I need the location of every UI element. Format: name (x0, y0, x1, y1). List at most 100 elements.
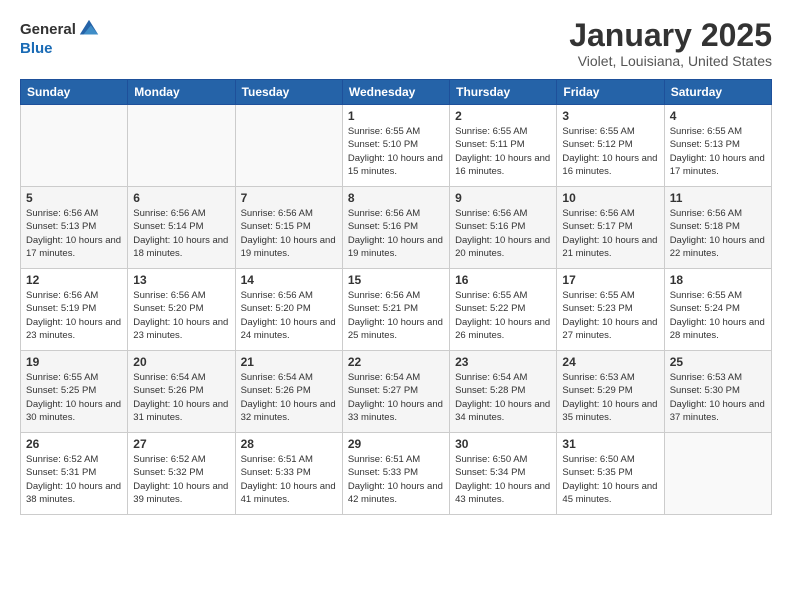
day-number: 1 (348, 109, 444, 123)
calendar-week-row: 5Sunrise: 6:56 AM Sunset: 5:13 PM Daylig… (21, 187, 772, 269)
day-info: Sunrise: 6:55 AM Sunset: 5:23 PM Dayligh… (562, 289, 658, 342)
table-row: 31 Sunrise: 6:50 AM Sunset: 5:35 PM Dayli… (557, 433, 664, 515)
day-info: Sunrise: 6:56 AM Sunset: 5:16 PM Dayligh… (348, 207, 444, 260)
calendar: Sunday Monday Tuesday Wednesday Thursday… (20, 79, 772, 515)
table-row: 10 Sunrise: 6:56 AM Sunset: 5:17 PM Dayli… (557, 187, 664, 269)
table-row: 9 Sunrise: 6:56 AM Sunset: 5:16 PM Daylig… (450, 187, 557, 269)
table-row: 28Sunrise: 6:51 AM Sunset: 5:33 PM Dayli… (235, 433, 342, 515)
day-number: 2 (455, 109, 551, 123)
table-row: 14 Sunrise: 6:56 AM Sunset: 5:20 PM Dayli… (235, 269, 342, 351)
table-row: 20 Sunrise: 6:54 AM Sunset: 5:26 PM Dayli… (128, 351, 235, 433)
table-row (235, 105, 342, 187)
day-info: Sunrise: 6:55 AM Sunset: 5:24 PM Dayligh… (670, 289, 766, 342)
table-row: 12 Sunrise: 6:56 AM Sunset: 5:19 PM Dayli… (21, 269, 128, 351)
day-number: 25 (670, 355, 766, 369)
day-number: 22 (348, 355, 444, 369)
header-saturday: Saturday (664, 80, 771, 105)
page: General Blue January 2025 Violet, Louisi… (0, 0, 792, 529)
day-number: 20 (133, 355, 229, 369)
table-row: 1 Sunrise: 6:55 AM Sunset: 5:10 PM Daylig… (342, 105, 449, 187)
day-info: Sunrise: 6:54 AM Sunset: 5:28 PM Dayligh… (455, 371, 551, 424)
logo-blue-text: Blue (20, 40, 53, 57)
day-number: 31 (562, 437, 658, 451)
day-number: 24 (562, 355, 658, 369)
table-row: 19 Sunrise: 6:55 AM Sunset: 5:25 PM Dayli… (21, 351, 128, 433)
day-number: 19 (26, 355, 122, 369)
table-row (664, 433, 771, 515)
day-info: Sunrise: 6:52 AM Sunset: 5:32 PM Dayligh… (133, 453, 229, 506)
table-row: 6 Sunrise: 6:56 AM Sunset: 5:14 PM Daylig… (128, 187, 235, 269)
day-info: Sunrise: 6:54 AM Sunset: 5:27 PM Dayligh… (348, 371, 444, 424)
day-info: Sunrise: 6:56 AM Sunset: 5:20 PM Dayligh… (133, 289, 229, 342)
day-number: 12 (26, 273, 122, 287)
table-row (128, 105, 235, 187)
day-info: Sunrise: 6:55 AM Sunset: 5:12 PM Dayligh… (562, 125, 658, 178)
day-info: Sunrise: 6:53 AM Sunset: 5:29 PM Dayligh… (562, 371, 658, 424)
day-info: Sunrise: 6:52 AM Sunset: 5:31 PM Dayligh… (26, 453, 122, 506)
calendar-header-row: Sunday Monday Tuesday Wednesday Thursday… (21, 80, 772, 105)
day-info: Sunrise: 6:56 AM Sunset: 5:14 PM Dayligh… (133, 207, 229, 260)
day-number: 6 (133, 191, 229, 205)
day-info: Sunrise: 6:56 AM Sunset: 5:16 PM Dayligh… (455, 207, 551, 260)
table-row: 23 Sunrise: 6:54 AM Sunset: 5:28 PM Dayli… (450, 351, 557, 433)
header-sunday: Sunday (21, 80, 128, 105)
table-row: 2 Sunrise: 6:55 AM Sunset: 5:11 PM Daylig… (450, 105, 557, 187)
table-row: 13Sunrise: 6:56 AM Sunset: 5:20 PM Dayli… (128, 269, 235, 351)
table-row: 3 Sunrise: 6:55 AM Sunset: 5:12 PM Daylig… (557, 105, 664, 187)
month-title: January 2025 (569, 18, 772, 53)
day-info: Sunrise: 6:55 AM Sunset: 5:22 PM Dayligh… (455, 289, 551, 342)
day-number: 23 (455, 355, 551, 369)
calendar-week-row: 1 Sunrise: 6:55 AM Sunset: 5:10 PM Daylig… (21, 105, 772, 187)
day-number: 30 (455, 437, 551, 451)
table-row: 8Sunrise: 6:56 AM Sunset: 5:16 PM Daylig… (342, 187, 449, 269)
day-info: Sunrise: 6:55 AM Sunset: 5:13 PM Dayligh… (670, 125, 766, 178)
day-info: Sunrise: 6:50 AM Sunset: 5:34 PM Dayligh… (455, 453, 551, 506)
location-subtitle: Violet, Louisiana, United States (569, 53, 772, 69)
table-row: 7 Sunrise: 6:56 AM Sunset: 5:15 PM Daylig… (235, 187, 342, 269)
day-number: 10 (562, 191, 658, 205)
day-info: Sunrise: 6:56 AM Sunset: 5:15 PM Dayligh… (241, 207, 337, 260)
day-info: Sunrise: 6:55 AM Sunset: 5:25 PM Dayligh… (26, 371, 122, 424)
day-number: 3 (562, 109, 658, 123)
table-row: 30 Sunrise: 6:50 AM Sunset: 5:34 PM Dayli… (450, 433, 557, 515)
day-number: 9 (455, 191, 551, 205)
table-row: 27Sunrise: 6:52 AM Sunset: 5:32 PM Dayli… (128, 433, 235, 515)
day-info: Sunrise: 6:54 AM Sunset: 5:26 PM Dayligh… (241, 371, 337, 424)
day-info: Sunrise: 6:51 AM Sunset: 5:33 PM Dayligh… (348, 453, 444, 506)
table-row: 5Sunrise: 6:56 AM Sunset: 5:13 PM Daylig… (21, 187, 128, 269)
day-info: Sunrise: 6:51 AM Sunset: 5:33 PM Dayligh… (241, 453, 337, 506)
day-number: 21 (241, 355, 337, 369)
table-row: 24 Sunrise: 6:53 AM Sunset: 5:29 PM Dayli… (557, 351, 664, 433)
day-info: Sunrise: 6:56 AM Sunset: 5:13 PM Dayligh… (26, 207, 122, 260)
day-number: 18 (670, 273, 766, 287)
day-number: 11 (670, 191, 766, 205)
day-number: 7 (241, 191, 337, 205)
day-info: Sunrise: 6:56 AM Sunset: 5:19 PM Dayligh… (26, 289, 122, 342)
day-info: Sunrise: 6:56 AM Sunset: 5:17 PM Dayligh… (562, 207, 658, 260)
day-info: Sunrise: 6:54 AM Sunset: 5:26 PM Dayligh… (133, 371, 229, 424)
day-number: 4 (670, 109, 766, 123)
calendar-week-row: 19 Sunrise: 6:55 AM Sunset: 5:25 PM Dayli… (21, 351, 772, 433)
day-info: Sunrise: 6:55 AM Sunset: 5:11 PM Dayligh… (455, 125, 551, 178)
table-row: 22 Sunrise: 6:54 AM Sunset: 5:27 PM Dayli… (342, 351, 449, 433)
day-number: 29 (348, 437, 444, 451)
day-number: 17 (562, 273, 658, 287)
table-row: 25 Sunrise: 6:53 AM Sunset: 5:30 PM Dayli… (664, 351, 771, 433)
table-row: 15Sunrise: 6:56 AM Sunset: 5:21 PM Dayli… (342, 269, 449, 351)
day-info: Sunrise: 6:56 AM Sunset: 5:21 PM Dayligh… (348, 289, 444, 342)
calendar-week-row: 26 Sunrise: 6:52 AM Sunset: 5:31 PM Dayli… (21, 433, 772, 515)
day-info: Sunrise: 6:53 AM Sunset: 5:30 PM Dayligh… (670, 371, 766, 424)
day-number: 26 (26, 437, 122, 451)
day-info: Sunrise: 6:56 AM Sunset: 5:18 PM Dayligh… (670, 207, 766, 260)
header-monday: Monday (128, 80, 235, 105)
logo: General Blue (20, 18, 100, 57)
calendar-week-row: 12 Sunrise: 6:56 AM Sunset: 5:19 PM Dayli… (21, 269, 772, 351)
day-info: Sunrise: 6:55 AM Sunset: 5:10 PM Dayligh… (348, 125, 444, 178)
table-row: 11 Sunrise: 6:56 AM Sunset: 5:18 PM Dayli… (664, 187, 771, 269)
day-info: Sunrise: 6:50 AM Sunset: 5:35 PM Dayligh… (562, 453, 658, 506)
day-number: 14 (241, 273, 337, 287)
day-number: 16 (455, 273, 551, 287)
header-tuesday: Tuesday (235, 80, 342, 105)
day-info: Sunrise: 6:56 AM Sunset: 5:20 PM Dayligh… (241, 289, 337, 342)
table-row (21, 105, 128, 187)
